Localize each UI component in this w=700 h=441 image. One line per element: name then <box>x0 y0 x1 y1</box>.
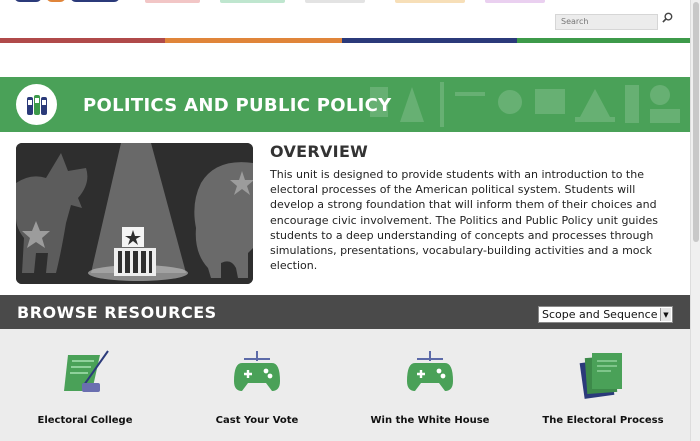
browse-title: BROWSE RESOURCES <box>17 303 217 322</box>
nav-tab-5[interactable] <box>485 0 545 3</box>
civic-pattern-icon <box>370 82 680 127</box>
select-value: Scope and Sequence <box>542 308 658 321</box>
game-controller-icon <box>234 351 280 391</box>
resource-label: Electoral College <box>37 415 133 426</box>
overview-title: OVERVIEW <box>270 142 369 161</box>
resource-filter-select[interactable]: Scope and Sequence ▼ <box>538 306 673 323</box>
chevron-down-icon: ▼ <box>660 308 671 321</box>
scrollbar-thumb[interactable] <box>693 2 699 242</box>
page-title: POLITICS AND PUBLIC POLICY <box>83 95 392 116</box>
nav-tab-4[interactable] <box>395 0 465 3</box>
overview-illustration <box>16 143 253 284</box>
unit-banner: POLITICS AND PUBLIC POLICY <box>0 77 690 132</box>
nav-tab-1[interactable] <box>145 0 200 3</box>
color-stripe <box>0 38 690 43</box>
site-logo[interactable] <box>14 0 124 6</box>
phones-icon <box>16 84 57 125</box>
nav-tab-3[interactable] <box>305 0 365 3</box>
game-controller-icon <box>407 351 453 391</box>
document-pen-icon <box>64 350 109 392</box>
book-icon <box>579 353 622 399</box>
search-box <box>555 9 672 30</box>
overview-text: This unit is designed to provide student… <box>270 168 658 273</box>
resource-label: Cast Your Vote <box>215 415 299 426</box>
resource-label: The Electoral Process <box>542 415 664 426</box>
search-input[interactable] <box>555 13 658 30</box>
resource-grid: Electoral College Cast Your Vote Win the… <box>0 329 690 441</box>
search-button[interactable] <box>659 9 675 25</box>
search-icon <box>661 12 672 23</box>
scrollbar[interactable] <box>690 0 700 441</box>
nav-tab-2[interactable] <box>220 0 285 3</box>
resource-label: Win the White House <box>370 415 490 426</box>
